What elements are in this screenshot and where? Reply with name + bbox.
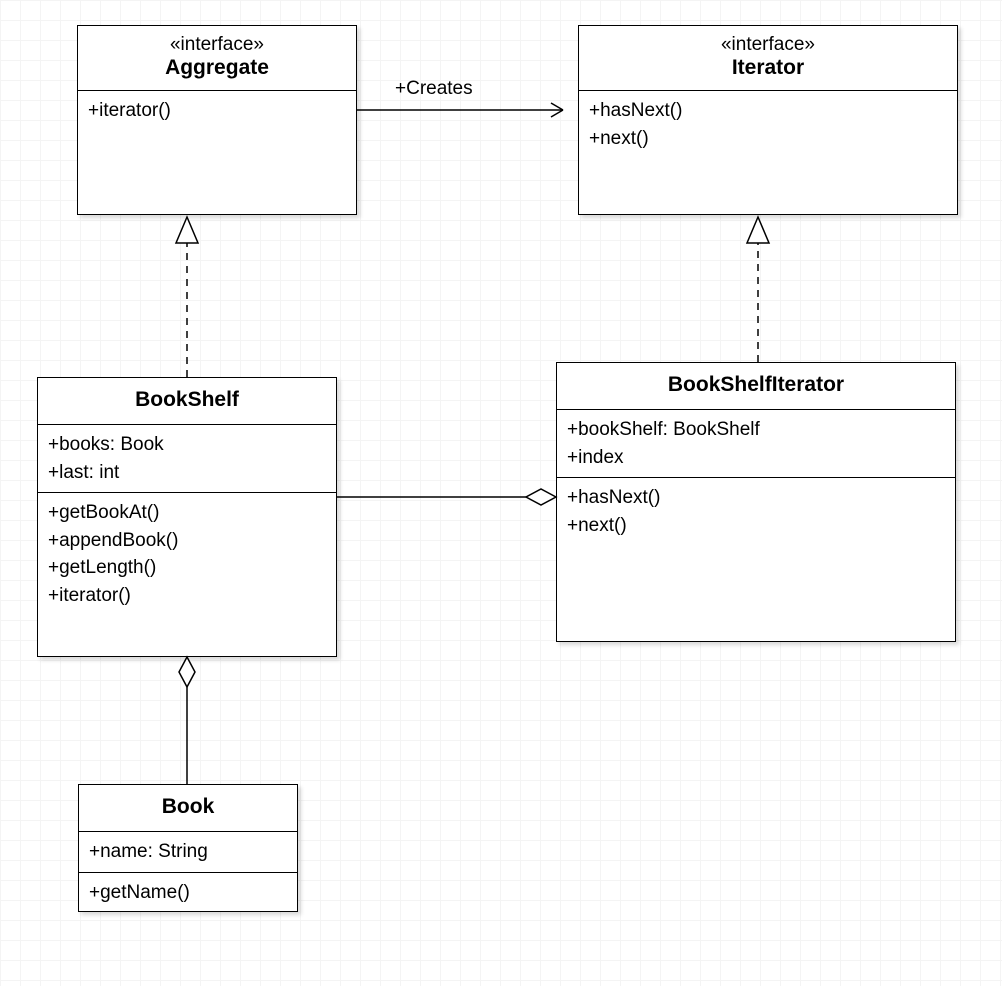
method: +getName(): [89, 879, 287, 907]
class-aggregate: «interface» Aggregate +iterator(): [77, 25, 357, 215]
class-name: Book: [89, 793, 287, 821]
connector-bookshelf-aggregates-book: [179, 657, 195, 784]
method: +hasNext(): [567, 484, 945, 512]
connector-bookshelfiterator-realizes-iterator: [747, 217, 769, 362]
stereotype: «interface»: [88, 34, 346, 56]
class-name: BookShelfIterator: [567, 371, 945, 399]
method: +iterator(): [88, 97, 346, 125]
class-name: BookShelf: [48, 386, 326, 414]
attribute: +books: Book: [48, 431, 326, 459]
connector-bookshelfiterator-aggregates-bookshelf: [337, 489, 556, 505]
method: +iterator(): [48, 582, 326, 610]
attribute: +last: int: [48, 459, 326, 487]
connector-bookshelf-realizes-aggregate: [176, 217, 198, 377]
class-name: Iterator: [589, 56, 947, 80]
stereotype: «interface»: [589, 34, 947, 56]
relationship-label-creates: +Creates: [395, 78, 473, 100]
class-name: Aggregate: [88, 56, 346, 80]
class-book: Book +name: String +getName(): [78, 784, 298, 912]
method: +next(): [589, 125, 947, 153]
method: +next(): [567, 512, 945, 540]
attribute: +name: String: [89, 838, 287, 866]
class-bookshelf: BookShelf +books: Book +last: int +getBo…: [37, 377, 337, 657]
attribute: +bookShelf: BookShelf: [567, 416, 945, 444]
attribute: +index: [567, 444, 945, 472]
method: +getBookAt(): [48, 499, 326, 527]
connector-aggregate-creates-iterator: [357, 103, 563, 117]
method: +hasNext(): [589, 97, 947, 125]
method: +appendBook(): [48, 527, 326, 555]
class-bookshelfiterator: BookShelfIterator +bookShelf: BookShelf …: [556, 362, 956, 642]
class-iterator: «interface» Iterator +hasNext() +next(): [578, 25, 958, 215]
method: +getLength(): [48, 554, 326, 582]
